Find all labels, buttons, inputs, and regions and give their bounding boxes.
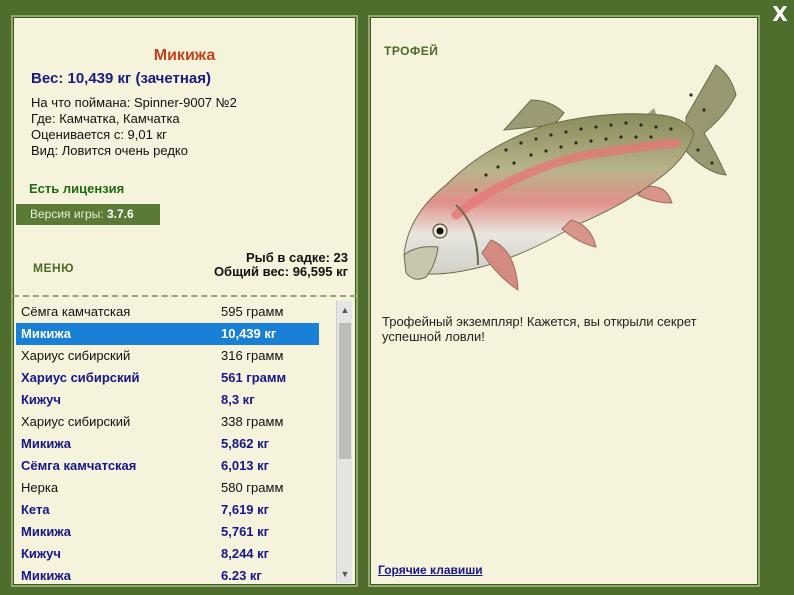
license-status: Есть лицензия [29, 181, 125, 196]
list-item-name: Микижа [21, 524, 71, 539]
catch-location: Где: Камчатка, Камчатка [31, 111, 180, 126]
list-item-name: Кета [21, 502, 50, 517]
list-item-weight: 561 грамм [221, 370, 287, 385]
valued-from: Оценивается с: 9,01 кг [31, 127, 167, 142]
list-item[interactable]: Хариус сибирский 338 грамм [16, 411, 338, 433]
list-item-name: Нерка [21, 480, 59, 495]
list-item-name: Кижуч [21, 546, 61, 561]
scroll-up-icon[interactable]: ▲ [337, 303, 353, 317]
list-item-name: Сёмга камчатская [21, 304, 131, 319]
cage-info: Рыб в садке: 23 Общий вес: 96,595 кг [214, 251, 348, 279]
list-item-weight: 5,761 кг [221, 524, 270, 539]
fish-info-panel: Микижа Вес: 10,439 кг (зачетная) На что … [11, 15, 358, 587]
list-item[interactable]: Микижа 10,439 кг [16, 323, 319, 345]
list-item-weight: 10,439 кг [221, 326, 277, 341]
catch-list: Сёмга камчатская 595 грамм Микижа 10,439 кг… [16, 301, 338, 583]
list-item-weight: 7,619 кг [221, 502, 270, 517]
list-item-name: Хариус сибирский [21, 348, 131, 363]
menu-button[interactable]: МЕНЮ [33, 261, 74, 275]
list-item-weight: 8,244 кг [221, 546, 270, 561]
list-item[interactable]: Хариус сибирский 561 грамм [16, 367, 338, 389]
list-item-weight: 8,3 кг [221, 392, 255, 407]
list-item[interactable]: Микижа 5,761 кг [16, 521, 338, 543]
close-icon[interactable]: X [769, 3, 791, 25]
list-item[interactable]: Нерка 580 грамм [16, 477, 338, 499]
rainbow-trout-image [403, 64, 737, 291]
list-item-weight: 580 грамм [221, 480, 284, 495]
trophy-description: Трофейный экземпляр! Кажется, вы открыли… [382, 314, 697, 344]
list-item[interactable]: Сёмга камчатская 6,013 кг [16, 455, 338, 477]
list-item-weight: 316 грамм [221, 348, 284, 363]
version-label: Версия игры: [30, 207, 107, 221]
list-item[interactable]: Микижа 5,862 кг [16, 433, 338, 455]
list-item-name: Сёмга камчатская [21, 458, 137, 473]
list-item[interactable]: Хариус сибирский 316 грамм [16, 345, 338, 367]
caught-with: На что поймана: Spinner-9007 №2 [31, 95, 237, 110]
version-bar: Версия игры: 3.7.6 [16, 204, 160, 225]
list-item[interactable]: Кижуч 8,3 кг [16, 389, 338, 411]
list-item-weight: 595 грамм [221, 304, 284, 319]
fish-rarity: Вид: Ловится очень редко [31, 143, 188, 158]
cage-count: Рыб в садке: 23 [245, 250, 348, 265]
list-item-weight: 6.23 кг [221, 568, 262, 583]
divider [13, 295, 356, 297]
fish-weight: Вес: 10,439 кг (зачетная) [31, 70, 212, 87]
list-item[interactable]: Микижа 6.23 кг [16, 565, 338, 583]
scrollbar-thumb[interactable] [339, 323, 351, 459]
list-item[interactable]: Сёмга камчатская 595 грамм [16, 301, 338, 323]
list-scrollbar[interactable]: ▲ ▼ [336, 301, 352, 583]
version-value: 3.7.6 [106, 207, 134, 221]
scroll-down-icon[interactable]: ▼ [337, 567, 353, 581]
list-item-name: Микижа [21, 436, 71, 451]
trophy-panel: ТРОФЕЙ Трофейный экземпляр! Кажется, вы … [368, 15, 760, 587]
list-item-weight: 338 грамм [221, 414, 284, 429]
list-item-weight: 6,013 кг [221, 458, 270, 473]
list-item[interactable]: Кета 7,619 кг [16, 499, 338, 521]
list-item-name: Кижуч [21, 392, 61, 407]
fish-title: Микижа [153, 47, 216, 64]
list-item-name: Микижа [21, 326, 71, 341]
list-item-name: Хариус сибирский [21, 370, 140, 385]
hotkeys-link[interactable]: Горячие клавиши [378, 563, 483, 577]
list-item-name: Хариус сибирский [21, 414, 131, 429]
list-item-name: Микижа [21, 568, 71, 583]
cage-total-weight: Общий вес: 96,595 кг [213, 264, 348, 279]
list-item[interactable]: Кижуч 8,244 кг [16, 543, 338, 565]
list-item-weight: 5,862 кг [221, 436, 270, 451]
